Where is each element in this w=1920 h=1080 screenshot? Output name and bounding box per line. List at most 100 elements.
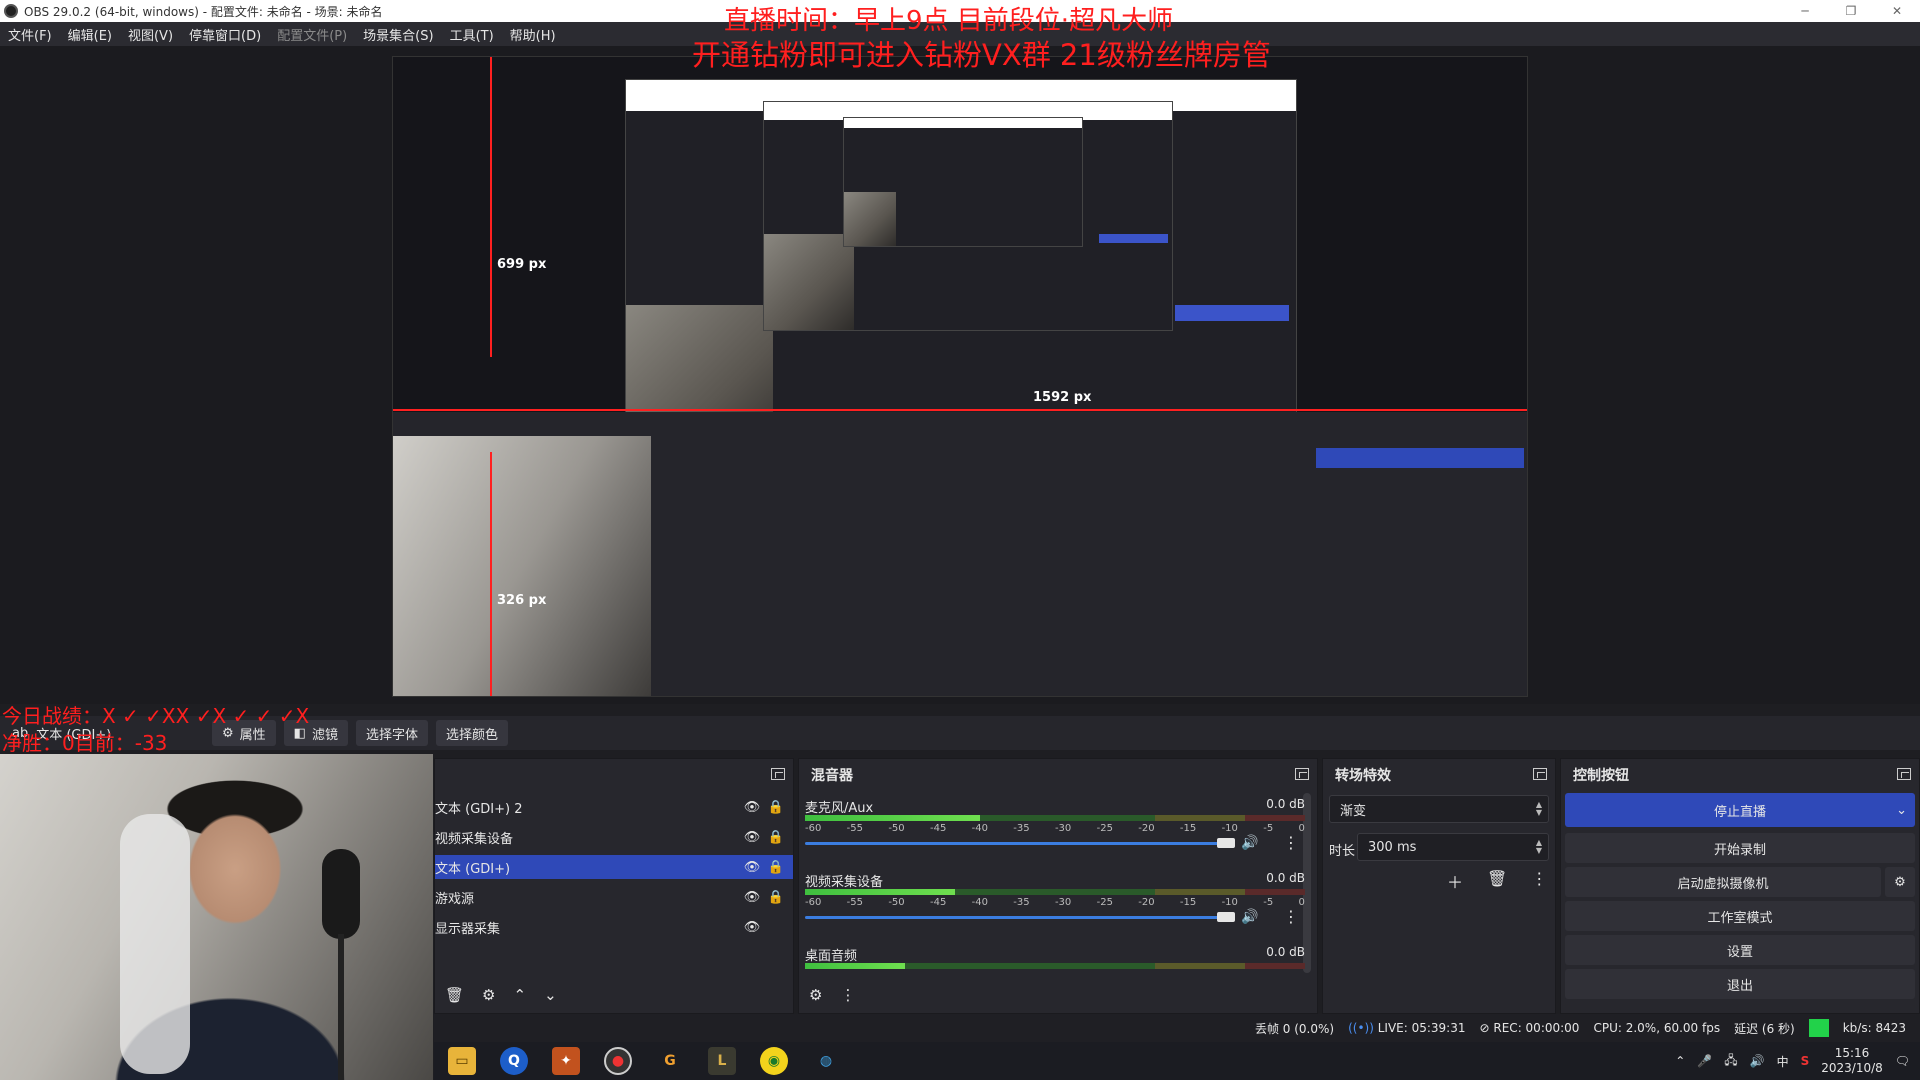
add-icon[interactable]: ＋: [1447, 869, 1463, 893]
lock-icon[interactable]: 🔒: [768, 800, 784, 815]
nested-webcam: [844, 192, 897, 246]
start-recording-button[interactable]: 开始录制: [1565, 833, 1915, 863]
network-icon[interactable]: 🖧: [1724, 1051, 1737, 1072]
microphone-icon[interactable]: 🎤: [1697, 1054, 1712, 1068]
lock-icon[interactable]: 🔒: [768, 890, 784, 905]
window-title: OBS 29.0.2 (64-bit, windows) - 配置文件: 未命名…: [24, 4, 383, 19]
undock-icon[interactable]: [1295, 768, 1309, 780]
browser-icon[interactable]: Q: [500, 1047, 528, 1075]
source-item[interactable]: 视频采集设备 👁 🔒: [435, 825, 793, 849]
scale-tick: -10: [1221, 823, 1238, 834]
ime-indicator[interactable]: 中: [1777, 1053, 1789, 1070]
menu-file[interactable]: 文件(F): [8, 25, 52, 44]
trash-icon[interactable]: 🗑: [1487, 869, 1507, 893]
speaker-icon[interactable]: 🔊: [1750, 1054, 1765, 1068]
scale-tick: -20: [1138, 897, 1155, 908]
menu-profile[interactable]: 配置文件(P): [277, 25, 347, 44]
virtual-camera-settings-gear-icon[interactable]: ⚙: [1885, 867, 1915, 897]
preview-canvas[interactable]: 699 px 1592 px 326 px: [392, 56, 1528, 697]
league-icon[interactable]: L: [708, 1047, 736, 1075]
mixer-channel: 视频采集设备 0.0 dB -60 -55 -50 -45 -40 -35 -30 -25 -2…: [805, 871, 1305, 931]
transitions-dock-header: 转场特效: [1323, 759, 1555, 791]
more-options-icon[interactable]: ⋮: [1531, 869, 1547, 893]
gear-icon[interactable]: ⚙: [482, 986, 495, 1004]
eye-icon[interactable]: 👁: [744, 830, 761, 845]
select-color-button[interactable]: 选择颜色: [436, 720, 509, 746]
restore-icon[interactable]: ❐: [1828, 0, 1874, 22]
scale-tick: -10: [1221, 897, 1238, 908]
studio-mode-button[interactable]: 工作室模式: [1565, 901, 1915, 931]
duration-input[interactable]: 300 ms ▲ ▼: [1357, 833, 1549, 861]
duration-label: 时长: [1329, 844, 1356, 859]
sources-dock-footer: 🗑 ⚙ ⌃ ⌄: [435, 977, 793, 1013]
eye-icon[interactable]: 👁: [744, 860, 761, 875]
source-item[interactable]: 游戏源 👁 🔒: [435, 885, 793, 909]
volume-slider-handle[interactable]: [1217, 912, 1235, 922]
source-item[interactable]: 文本 (GDI+) 2 👁 🔒: [435, 795, 793, 819]
lock-icon[interactable]: [769, 920, 783, 934]
undock-icon[interactable]: [1897, 768, 1911, 780]
stop-stream-button[interactable]: 停止直播 ⌄: [1565, 793, 1915, 827]
move-up-icon[interactable]: ⌃: [514, 986, 527, 1004]
chevron-down-icon[interactable]: ⌄: [1896, 803, 1907, 818]
more-options-icon[interactable]: ⋮: [1283, 907, 1299, 926]
meter-scale: -60 -55 -50 -45 -40 -35 -30 -25 -20 -15 -10 -5 0: [805, 897, 1305, 908]
app-icon[interactable]: ✦: [552, 1047, 580, 1075]
live-time: LIVE: 05:39:31: [1377, 1021, 1466, 1035]
scale-tick: -50: [888, 897, 905, 908]
mixer-title: 混音器: [811, 768, 853, 784]
select-font-button[interactable]: 选择字体: [355, 720, 428, 746]
lock-icon[interactable]: 🔒: [768, 830, 784, 845]
menu-view[interactable]: 视图(V): [128, 25, 173, 44]
more-options-icon[interactable]: ⋮: [1283, 833, 1299, 852]
move-down-icon[interactable]: ⌄: [544, 986, 557, 1004]
scale-tick: -15: [1179, 897, 1197, 908]
volume-slider[interactable]: [805, 842, 1225, 845]
obs-taskbar-icon[interactable]: ●: [604, 1047, 632, 1075]
speaker-icon[interactable]: 🔊: [1241, 835, 1258, 851]
controls-dock: 控制按钮 停止直播 ⌄ 开始录制 启动虚拟摄像机 ⚙ 工作室模式 设置 退出: [1560, 758, 1920, 1014]
menu-help[interactable]: 帮助(H): [510, 25, 556, 44]
nested-webcam-large: [393, 436, 651, 696]
undock-icon[interactable]: [1533, 768, 1547, 780]
chrome-like-icon[interactable]: ◉: [760, 1047, 788, 1075]
advanced-audio-gear-icon[interactable]: ⚙: [809, 986, 822, 1004]
volume-slider-handle[interactable]: [1217, 838, 1235, 848]
lock-icon[interactable]: 🔒: [768, 860, 784, 875]
input-method-icon[interactable]: S: [1801, 1054, 1810, 1068]
settings-button[interactable]: 设置: [1565, 935, 1915, 965]
trash-icon[interactable]: 🗑: [445, 986, 464, 1004]
volume-meter: [805, 815, 1305, 821]
game-launcher-icon[interactable]: G: [656, 1047, 684, 1075]
exit-button[interactable]: 退出: [1565, 969, 1915, 999]
nested-window-3: [843, 117, 1083, 247]
speaker-icon[interactable]: 🔊: [1241, 909, 1258, 925]
file-explorer-icon[interactable]: ▭: [448, 1047, 476, 1075]
eye-icon[interactable]: 👁: [744, 800, 761, 815]
source-item[interactable]: 显示器采集 👁: [435, 915, 793, 939]
menu-docks[interactable]: 停靠窗口(D): [189, 25, 261, 44]
eye-icon[interactable]: 👁: [744, 890, 761, 905]
volume-slider[interactable]: [805, 916, 1225, 919]
clock[interactable]: 15:16 2023/10/8: [1821, 1046, 1883, 1076]
menu-scene-collection[interactable]: 场景集合(S): [363, 25, 433, 44]
notification-icon[interactable]: 🗨: [1895, 1054, 1910, 1068]
undock-icon[interactable]: [771, 768, 785, 780]
close-icon[interactable]: ✕: [1874, 0, 1920, 22]
eye-icon[interactable]: 👁: [744, 920, 761, 935]
source-item-selected[interactable]: 文本 (GDI+) 👁 🔒: [435, 855, 793, 879]
menu-edit[interactable]: 编辑(E): [68, 25, 112, 44]
scale-tick: 0: [1298, 823, 1305, 834]
start-virtual-camera-button[interactable]: 启动虚拟摄像机: [1565, 867, 1881, 897]
transition-select[interactable]: 渐变 ▲ ▼: [1329, 795, 1549, 823]
nested-stop-button: [1098, 234, 1168, 244]
chevron-up-icon[interactable]: ⌃: [1675, 1054, 1685, 1068]
nested-stop-button: [1175, 305, 1290, 321]
spin-arrows-icon[interactable]: ▲ ▼: [1536, 839, 1542, 855]
menu-tools[interactable]: 工具(T): [450, 25, 494, 44]
minimize-icon[interactable]: ─: [1782, 0, 1828, 22]
filters-label: 滤镜: [311, 727, 338, 743]
nested-webcam: [764, 234, 854, 330]
chat-app-icon[interactable]: ◍: [812, 1047, 840, 1075]
more-options-icon[interactable]: ⋮: [840, 986, 855, 1004]
